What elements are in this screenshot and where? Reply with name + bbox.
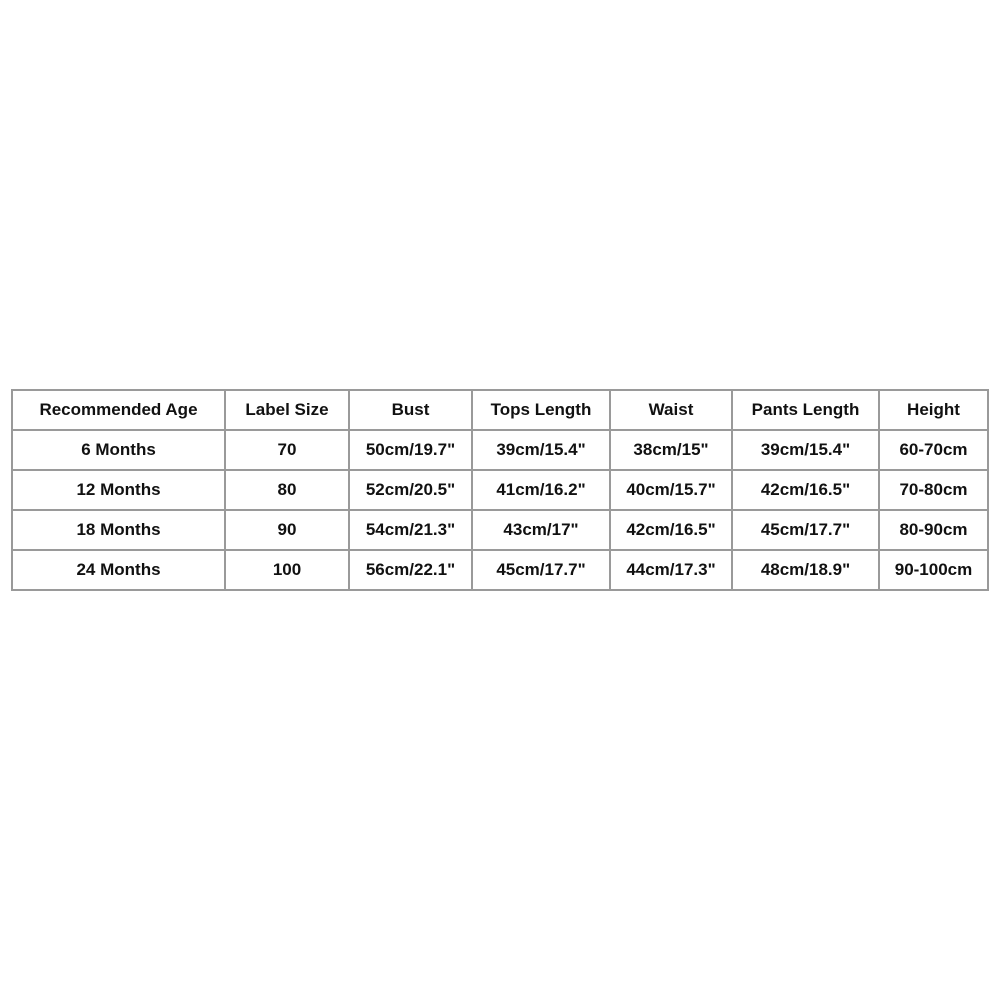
cell-pants-length: 39cm/15.4" xyxy=(731,429,880,471)
cell-height: 80-90cm xyxy=(878,509,989,551)
header-row: Recommended Age Label Size Bust Tops Len… xyxy=(11,389,989,431)
cell-waist: 40cm/15.7" xyxy=(609,469,733,511)
table-row: 6 Months 70 50cm/19.7" 39cm/15.4" 38cm/1… xyxy=(11,429,989,471)
cell-tops-length: 43cm/17" xyxy=(471,509,611,551)
cell-height: 90-100cm xyxy=(878,549,989,591)
table-row: 12 Months 80 52cm/20.5" 41cm/16.2" 40cm/… xyxy=(11,469,989,511)
cell-bust: 52cm/20.5" xyxy=(348,469,473,511)
cell-pants-length: 42cm/16.5" xyxy=(731,469,880,511)
header-height: Height xyxy=(878,389,989,431)
header-bust: Bust xyxy=(348,389,473,431)
cell-waist: 42cm/16.5" xyxy=(609,509,733,551)
table-row: 18 Months 90 54cm/21.3" 43cm/17" 42cm/16… xyxy=(11,509,989,551)
cell-label-size: 90 xyxy=(224,509,350,551)
cell-height: 70-80cm xyxy=(878,469,989,511)
cell-pants-length: 45cm/17.7" xyxy=(731,509,880,551)
header-pants-length: Pants Length xyxy=(731,389,880,431)
cell-tops-length: 41cm/16.2" xyxy=(471,469,611,511)
cell-label-size: 100 xyxy=(224,549,350,591)
cell-bust: 54cm/21.3" xyxy=(348,509,473,551)
cell-age: 18 Months xyxy=(11,509,226,551)
cell-age: 24 Months xyxy=(11,549,226,591)
header-recommended-age: Recommended Age xyxy=(11,389,226,431)
cell-age: 6 Months xyxy=(11,429,226,471)
cell-tops-length: 39cm/15.4" xyxy=(471,429,611,471)
cell-bust: 50cm/19.7" xyxy=(348,429,473,471)
header-label-size: Label Size xyxy=(224,389,350,431)
cell-pants-length: 48cm/18.9" xyxy=(731,549,880,591)
cell-label-size: 70 xyxy=(224,429,350,471)
cell-tops-length: 45cm/17.7" xyxy=(471,549,611,591)
size-chart-table: Recommended Age Label Size Bust Tops Len… xyxy=(11,389,989,591)
header-tops-length: Tops Length xyxy=(471,389,611,431)
cell-bust: 56cm/22.1" xyxy=(348,549,473,591)
cell-age: 12 Months xyxy=(11,469,226,511)
header-waist: Waist xyxy=(609,389,733,431)
cell-label-size: 80 xyxy=(224,469,350,511)
cell-waist: 38cm/15" xyxy=(609,429,733,471)
table-row: 24 Months 100 56cm/22.1" 45cm/17.7" 44cm… xyxy=(11,549,989,591)
cell-waist: 44cm/17.3" xyxy=(609,549,733,591)
cell-height: 60-70cm xyxy=(878,429,989,471)
